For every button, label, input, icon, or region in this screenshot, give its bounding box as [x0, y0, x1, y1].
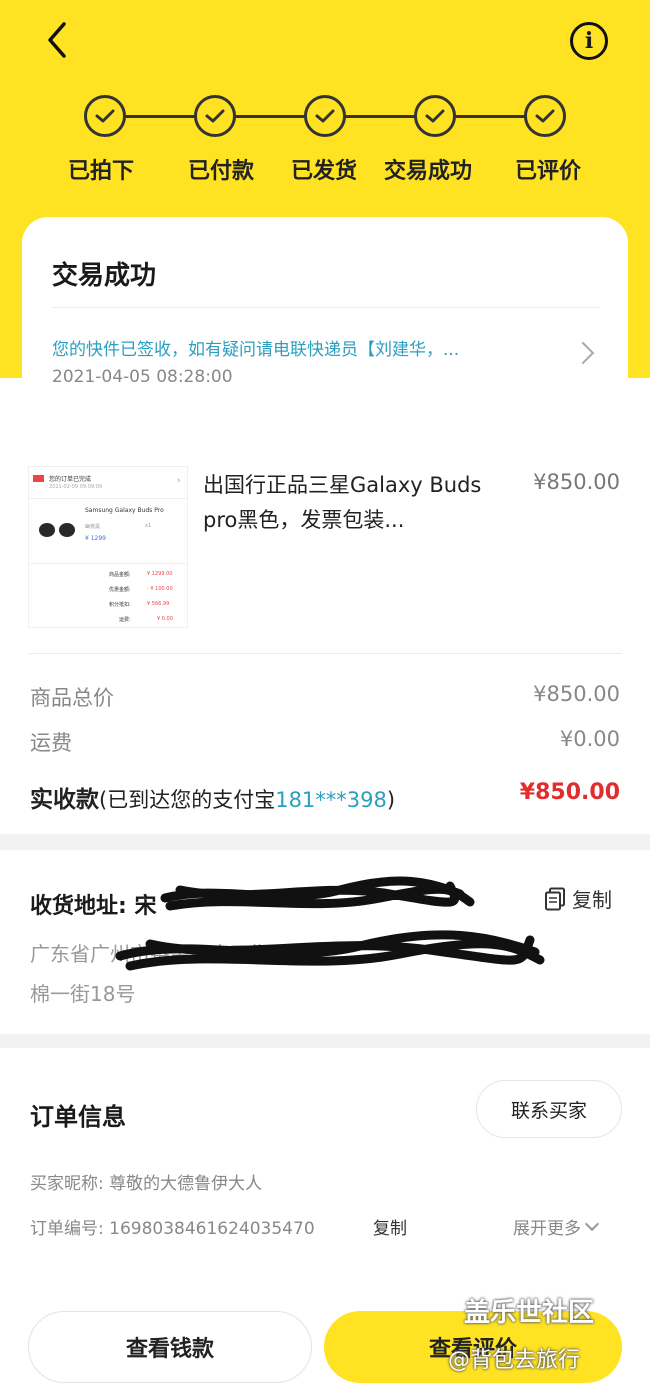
step-label-shipped: 已发货 [290, 159, 357, 184]
shipping-address-title: 收货地址: 宋 [30, 894, 157, 919]
thumb-row-label: 优惠金额: [109, 587, 131, 593]
info-icon: i [584, 28, 594, 54]
view-money-button[interactable]: 查看钱款 [28, 1311, 312, 1383]
expand-more-label: 展开更多 [513, 1219, 581, 1239]
truck-icon [33, 475, 44, 482]
copy-icon [545, 887, 565, 910]
info-button[interactable]: i [570, 22, 608, 60]
thumb-row-value: ¥ 1299.00 [147, 571, 173, 577]
step-check-icon [84, 95, 126, 137]
chevron-left-icon [48, 22, 66, 58]
divider [52, 307, 600, 308]
thumb-header: 您的订单已完成 2021-02-09 09:09:09 › [29, 467, 187, 497]
thumb-item-variant: 幽夜黑 [85, 524, 101, 530]
buyer-nickname: 买家昵称: 尊敬的大德鲁伊大人 [30, 1174, 263, 1194]
copy-address-label: 复制 [572, 888, 612, 912]
step-label-paid: 已付款 [187, 159, 254, 184]
alipay-account: 181***398 [275, 788, 387, 812]
amount-received-row: 实收款(已到达您的支付宝181***398) [30, 780, 395, 814]
thumb-header-time: 2021-02-09 09:09:09 [49, 484, 103, 490]
earbud-icon [59, 523, 75, 537]
step-check-icon [304, 95, 346, 137]
expand-more-button[interactable]: 展开更多 [513, 1214, 600, 1239]
amount-received-value: ¥850.00 [519, 780, 620, 805]
thumb-header-text: 您的订单已完成 [49, 476, 92, 483]
status-card: 交易成功 您的快件已签收，如有疑问请电联快递员【刘建华，... 2021-04-… [22, 217, 628, 422]
copy-order-number-button[interactable]: 复制 [373, 1214, 407, 1239]
status-title: 交易成功 [52, 261, 157, 291]
thumb-row-value: - ¥ 100.00 [147, 586, 173, 592]
divider [28, 653, 622, 654]
total-price-value: ¥850.00 [533, 682, 620, 706]
contact-buyer-button[interactable]: 联系买家 [476, 1080, 622, 1138]
order-number: 订单编号: 1698038461624035470 [30, 1219, 315, 1239]
thumb-row-label: 运费: [119, 617, 131, 623]
address-line-1: 广东省广州市番禺区大石街道 [30, 942, 290, 966]
product-thumbnail[interactable]: 您的订单已完成 2021-02-09 09:09:09 › Samsung Ga… [28, 466, 188, 628]
thumb-row-label: 积分抵扣: [109, 602, 131, 608]
thumb-row-value: ¥ 0.00 [157, 616, 173, 622]
copy-address-button[interactable]: 复制 [544, 884, 612, 913]
step-label-completed: 交易成功 [383, 159, 472, 184]
step-check-icon [414, 95, 456, 137]
thumb-chevron-icon: › [177, 476, 181, 486]
logistics-status-link[interactable]: 您的快件已签收，如有疑问请电联快递员【刘建华，... [52, 335, 552, 360]
order-info-title: 订单信息 [30, 1103, 126, 1131]
amount-received-label: 实收款 [30, 787, 99, 813]
shipping-value: ¥0.00 [559, 727, 620, 751]
address-line-2: 棉一街18号 [30, 982, 136, 1006]
total-price-label: 商品总价 [30, 686, 114, 710]
amount-received-note-end: ) [386, 788, 396, 812]
thumb-item-qty: x1 [145, 523, 152, 529]
product-price: ¥850.00 [533, 470, 620, 494]
shipping-label: 运费 [30, 731, 72, 755]
product-title-link[interactable]: 出国行正品三星Galaxy Buds pro黑色，发票包装... [203, 468, 493, 538]
step-check-icon [194, 95, 236, 137]
thumb-row-value: ¥ 566.99 [147, 601, 170, 607]
chevron-down-icon [584, 1216, 600, 1232]
thumb-row-label: 商品金额: [109, 572, 131, 578]
logistics-time: 2021-04-05 08:28:00 [52, 367, 233, 387]
earbud-icon [39, 523, 55, 537]
step-check-icon [524, 95, 566, 137]
back-button[interactable] [36, 20, 76, 60]
thumb-item-name: Samsung Galaxy Buds Pro [85, 507, 164, 514]
step-label-reviewed: 已评价 [514, 159, 581, 184]
watermark-site: 盖乐世社区 [464, 1298, 595, 1328]
watermark-user: @背包去旅行 [448, 1348, 581, 1373]
step-label-ordered: 已拍下 [67, 159, 134, 184]
chevron-right-icon[interactable] [571, 341, 595, 365]
amount-received-note: (已到达您的支付宝 [99, 788, 276, 812]
thumb-item-price: ¥ 1299 [85, 535, 106, 542]
